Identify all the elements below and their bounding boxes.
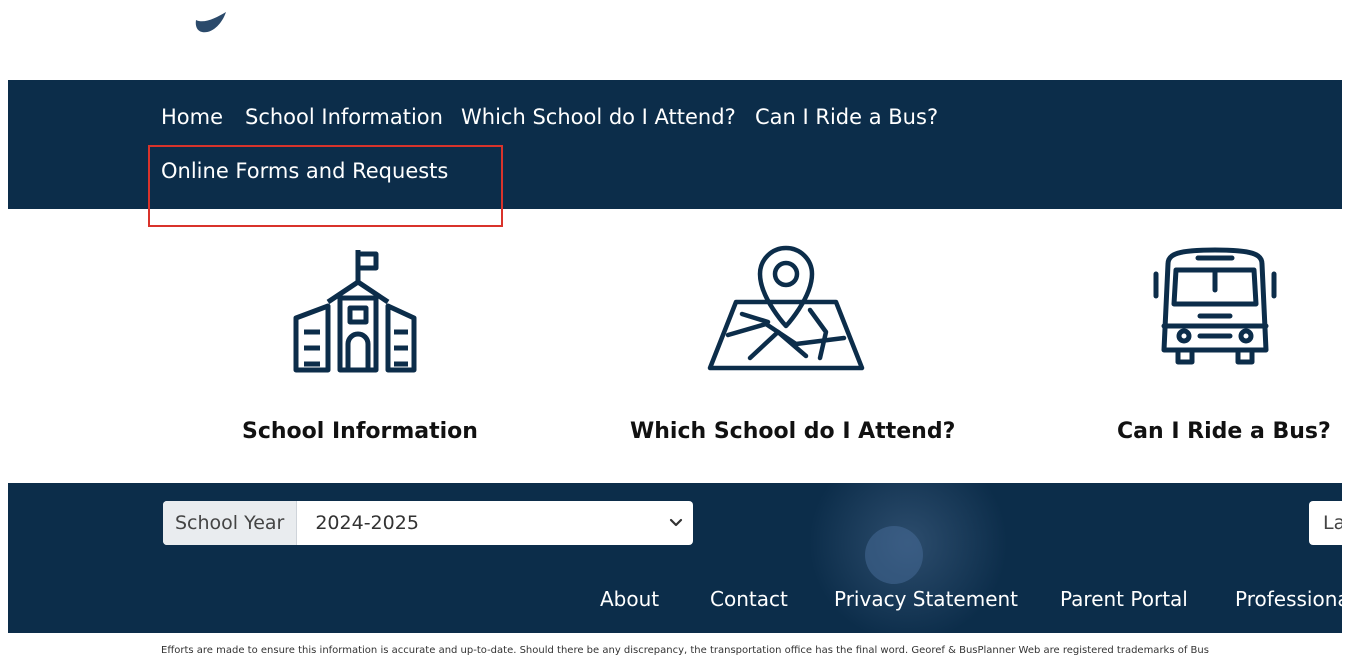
nav-can-i-ride-bus[interactable]: Can I Ride a Bus?: [755, 105, 938, 129]
language-button[interactable]: La: [1309, 501, 1342, 545]
school-year-label: School Year: [163, 501, 298, 545]
nav-school-information[interactable]: School Information: [245, 105, 443, 129]
disclaimer-text: Efforts are made to ensure this informat…: [161, 645, 1209, 656]
card-title-school-information[interactable]: School Information: [242, 419, 478, 444]
school-year-dropdown[interactable]: 2024-2025: [297, 501, 693, 545]
nav-home[interactable]: Home: [161, 105, 223, 129]
footer-link-privacy[interactable]: Privacy Statement: [834, 587, 1018, 611]
card-can-i-ride-bus[interactable]: [1150, 240, 1280, 379]
footer-link-professional[interactable]: Professiona: [1235, 587, 1342, 611]
card-title-which-school[interactable]: Which School do I Attend?: [630, 419, 955, 444]
chevron-down-icon: [669, 518, 683, 527]
nav-online-forms[interactable]: Online Forms and Requests: [161, 159, 448, 183]
card-school-information[interactable]: [290, 240, 420, 384]
school-year-selector: School Year 2024-2025: [163, 501, 693, 545]
school-building-icon: [293, 250, 417, 373]
footer-link-contact[interactable]: Contact: [710, 587, 788, 611]
main-navbar: Home School Information Which School do …: [8, 80, 1342, 209]
card-which-school[interactable]: [706, 240, 866, 379]
school-year-value: 2024-2025: [315, 512, 419, 534]
footer-link-parent-portal[interactable]: Parent Portal: [1060, 587, 1188, 611]
card-title-can-i-ride-bus[interactable]: Can I Ride a Bus?: [1117, 419, 1331, 444]
school-bus-icon: [1153, 247, 1277, 365]
footer-link-about[interactable]: About: [600, 587, 659, 611]
logo-fragment: [195, 12, 226, 33]
map-pin-icon: [707, 245, 865, 371]
footer: School Year 2024-2025 La About Contact P…: [8, 483, 1342, 633]
nav-which-school[interactable]: Which School do I Attend?: [461, 105, 736, 129]
language-button-label: La: [1323, 512, 1342, 534]
footer-glow-dot: [865, 526, 923, 584]
